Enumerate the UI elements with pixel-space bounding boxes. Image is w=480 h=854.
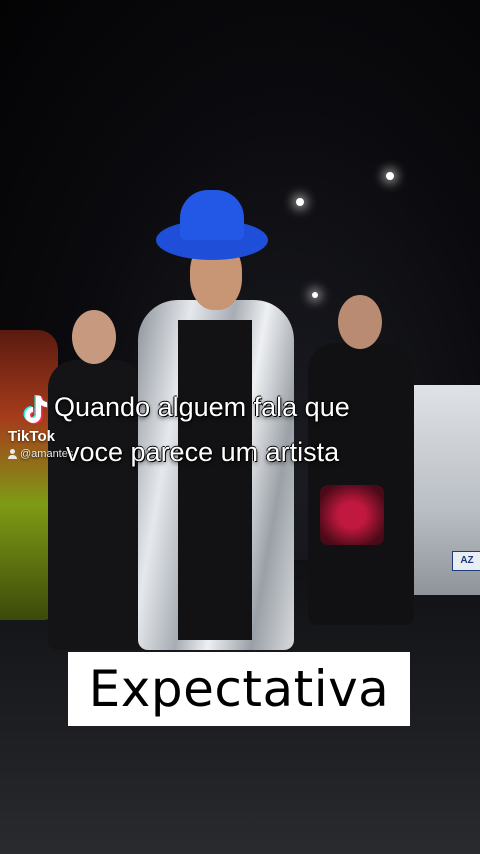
- expectation-label-box: Expectativa: [68, 652, 410, 726]
- caption-line-1: Quando alguem fala que: [54, 392, 350, 422]
- tiktok-brand-label: TikTok: [8, 428, 55, 445]
- black-shirt: [178, 320, 252, 640]
- tiktok-logo-icon: [23, 395, 48, 424]
- sequin-shorts: [320, 485, 384, 545]
- dancer-right-body: [308, 343, 414, 625]
- license-plate: AZ: [452, 551, 480, 571]
- cowboy-hat-crown: [180, 190, 244, 240]
- street-light: [386, 172, 394, 180]
- main-dancer: [120, 190, 310, 660]
- expectation-label: Expectativa: [88, 660, 390, 718]
- user-icon: [8, 449, 17, 459]
- tiktok-username[interactable]: @amantes: [8, 448, 73, 460]
- dancer-right-head: [338, 295, 382, 349]
- caption-line-2: voce parece um artista: [66, 437, 340, 467]
- dancer-left-head: [72, 310, 116, 364]
